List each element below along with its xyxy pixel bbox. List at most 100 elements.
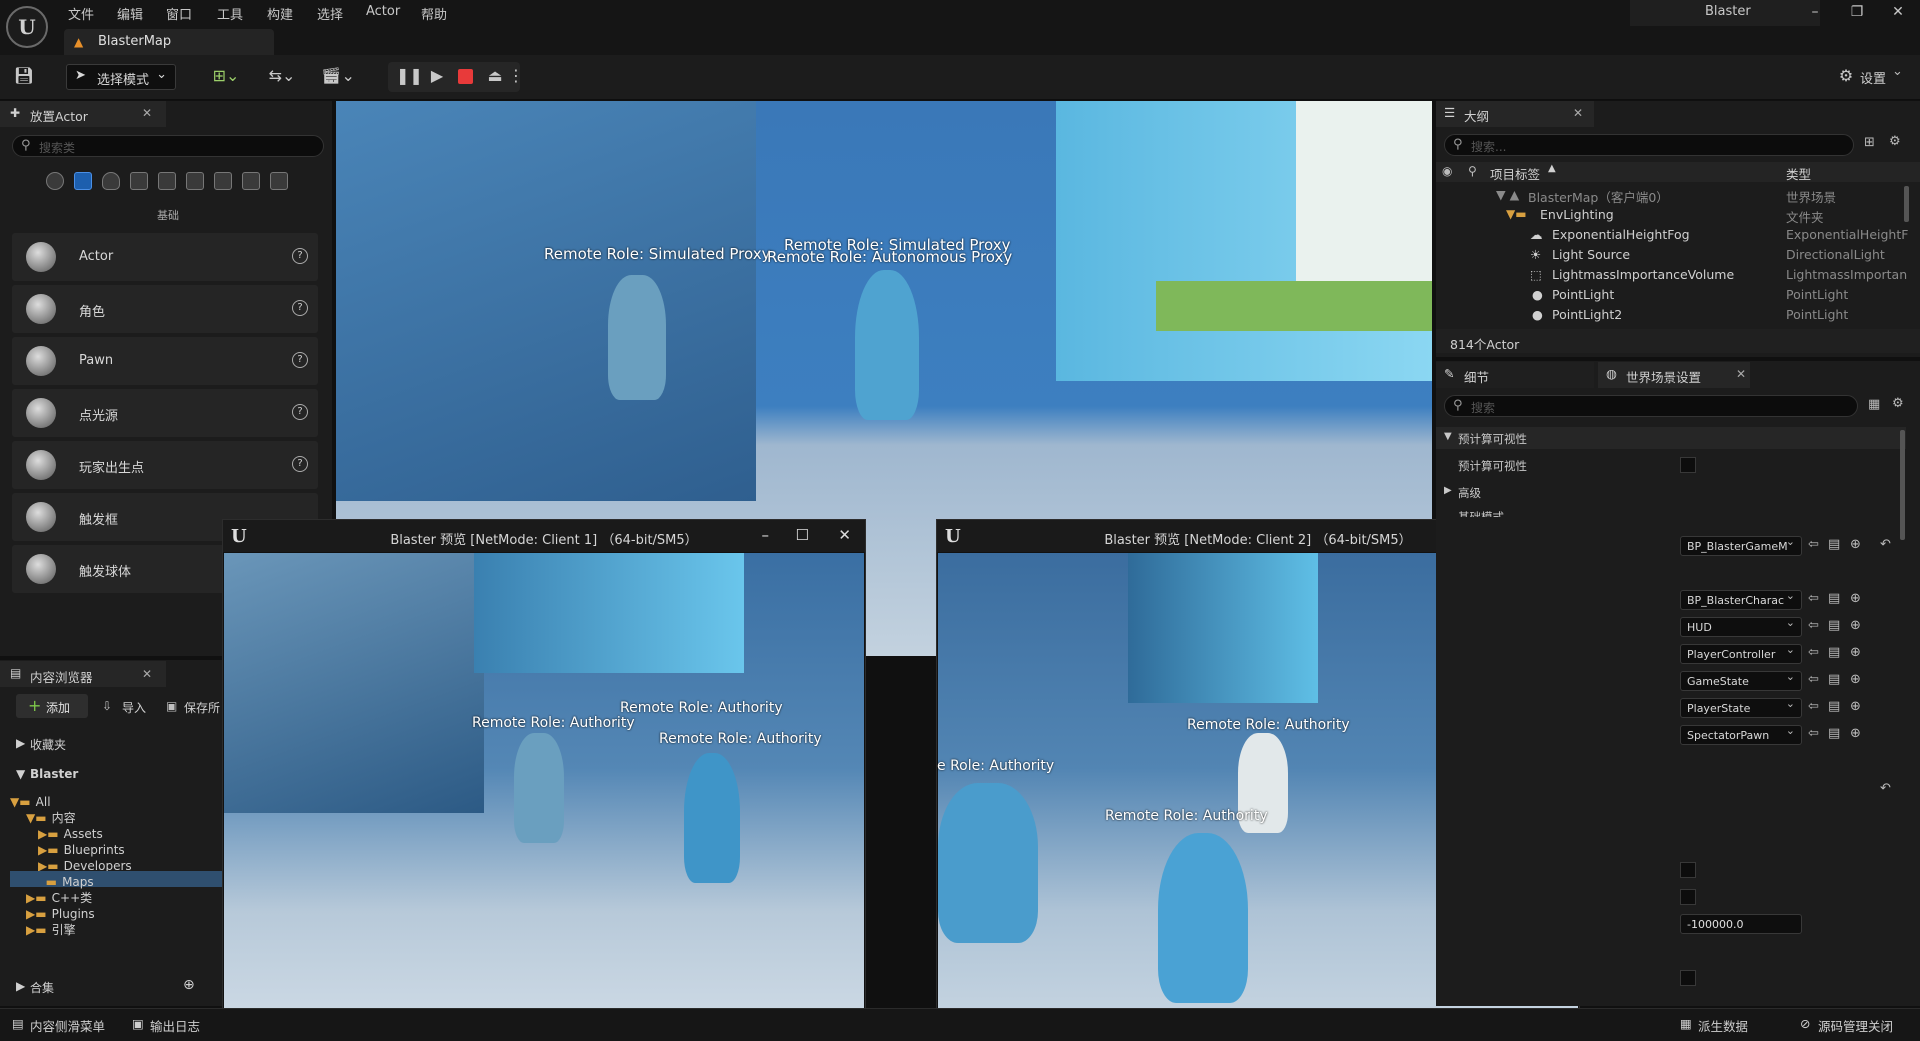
menu-actor[interactable]: Actor [366, 4, 400, 19]
menu-build[interactable]: 构建 [267, 4, 293, 23]
controller-class-dropdown[interactable]: PlayerController [1680, 643, 1802, 664]
tree-item-cpp[interactable]: ▶▬ C++类 [26, 887, 226, 905]
menu-help[interactable]: 帮助 [421, 4, 447, 23]
tree-item-developers[interactable]: ▶▬ Developers [38, 855, 228, 873]
add-icon[interactable]: ⊕ [1850, 672, 1861, 687]
client1-window[interactable]: U Blaster 预览 [NetMode: Client 1] （64-bit/… [222, 519, 866, 1033]
help-icon[interactable]: ? [292, 404, 308, 420]
reset-icon[interactable]: ↶ [1880, 781, 1891, 796]
restore-icon[interactable]: ❐ [1842, 4, 1872, 24]
details-settings-icon[interactable]: ⚙ [1892, 396, 1904, 411]
spectator-dropdown[interactable]: SpectatorPawn [1680, 724, 1802, 745]
folder-icon[interactable]: ▤ [1828, 672, 1840, 687]
menu-edit[interactable]: 编辑 [117, 4, 143, 23]
minimize-icon[interactable]: – [1800, 4, 1830, 24]
details-tab[interactable] [1436, 362, 1594, 388]
outliner-tab[interactable] [1436, 101, 1594, 127]
help-icon[interactable]: ? [292, 352, 308, 368]
menu-select[interactable]: 选择 [317, 4, 343, 23]
tree-item-all[interactable]: ▼▬ All [10, 791, 220, 809]
help-icon[interactable]: ? [292, 456, 308, 472]
outliner-row[interactable]: ⬚ LightmassImportanceVolume LightmassImpor… [1436, 265, 1907, 285]
project-section[interactable]: Blaster [30, 767, 78, 781]
details-search[interactable]: ⚲ 搜索 [1444, 395, 1858, 417]
close-tab-icon[interactable]: ✕ [142, 667, 152, 681]
outliner-row[interactable]: ▼▬ EnvLighting 文件夹 [1436, 205, 1906, 225]
favorites-expander-icon[interactable]: ▶ [16, 736, 25, 750]
folder-icon[interactable]: ▤ [1828, 618, 1840, 633]
folder-icon[interactable]: ▤ [1828, 645, 1840, 660]
outliner-search[interactable]: ⚲ 搜索... [1444, 134, 1854, 156]
outliner-row[interactable]: ☀ Light Source DirectionalLight [1436, 245, 1906, 265]
output-log-button[interactable]: 输出日志 [150, 1016, 200, 1035]
actor-item-character[interactable]: 角色? [12, 285, 318, 333]
add-icon[interactable]: ⊕ [1850, 618, 1861, 633]
type-column-header[interactable]: 类型 [1786, 164, 1811, 183]
help-icon[interactable]: ? [292, 248, 308, 264]
tree-item-plugins[interactable]: ▶▬ Plugins [26, 903, 226, 921]
browse-arrow-icon[interactable]: ⇦ [1808, 618, 1819, 633]
add-icon[interactable]: ⊕ [1850, 645, 1861, 660]
pin-icon[interactable]: ⚲ [1468, 164, 1477, 178]
actor-item-actor[interactable]: Actor? [12, 233, 318, 281]
outliner-scrollbar[interactable] [1904, 186, 1909, 222]
collections-section[interactable]: 合集 [30, 979, 54, 996]
actor-item-point-light[interactable]: 点光源? [12, 389, 318, 437]
source-control-button[interactable]: 源码管理关闭 [1818, 1016, 1893, 1035]
kill-z-input[interactable]: -100000.0 [1680, 914, 1802, 934]
minimize-icon[interactable]: – [762, 526, 770, 544]
favorites-section[interactable]: 收藏夹 [30, 736, 66, 753]
help-icon[interactable]: ? [292, 300, 308, 316]
eject-icon[interactable]: ⏏︎ [483, 66, 507, 90]
browse-arrow-icon[interactable]: ⇦ [1808, 672, 1819, 687]
tree-item-blueprints[interactable]: ▶▬ Blueprints [38, 839, 228, 857]
unreal-logo-icon[interactable]: U [6, 6, 48, 48]
tree-item-content[interactable]: ▼▬ 内容 [26, 807, 226, 825]
close-window-icon[interactable]: ✕ [838, 526, 851, 544]
map-tab[interactable]: ▲ BlasterMap [64, 29, 274, 55]
table-view-icon[interactable]: ▦ [1868, 397, 1880, 412]
save-all-button[interactable]: 保存所 [184, 699, 220, 716]
tree-item-maps[interactable]: ▬ Maps [38, 871, 228, 889]
close-tab-icon[interactable]: ✕ [142, 106, 152, 120]
tree-item-engine[interactable]: ▶▬ 引擎 [26, 919, 226, 937]
label-column-header[interactable]: 项目标签 [1490, 164, 1540, 183]
property-checkbox[interactable] [1680, 970, 1696, 986]
shapes-icon[interactable] [130, 172, 148, 190]
outliner-row[interactable]: ● PointLight PointLight [1436, 285, 1906, 305]
volumes-icon[interactable] [242, 172, 260, 190]
more-options-icon[interactable]: ⋮ [508, 66, 524, 90]
hud-class-dropdown[interactable]: HUD [1680, 616, 1802, 637]
client1-titlebar[interactable]: U Blaster 预览 [NetMode: Client 1] （64-bit/… [223, 520, 865, 552]
outliner-row[interactable]: ● PointLight2 PointLight [1436, 305, 1906, 325]
place-actors-search[interactable]: ⚲ 搜索类 [12, 135, 324, 157]
precompute-visibility-checkbox[interactable] [1680, 457, 1696, 473]
add-icon[interactable]: ⊕ [1850, 726, 1861, 741]
advanced-section[interactable]: 高级 [1458, 485, 1481, 501]
pawn-class-dropdown[interactable]: BP_BlasterCharac [1680, 589, 1802, 610]
stop-icon[interactable] [458, 69, 473, 84]
close-window-icon[interactable]: ✕ [1883, 4, 1913, 24]
reset-icon[interactable]: ↶ [1880, 537, 1891, 552]
browse-arrow-icon[interactable]: ⇦ [1808, 726, 1819, 741]
browse-arrow-icon[interactable]: ⇦ [1808, 645, 1819, 660]
add-collection-icon[interactable]: ⊕ [183, 977, 195, 993]
add-content-icon[interactable]: ⊞⌄ [208, 66, 244, 90]
folder-icon[interactable]: ▤ [1828, 726, 1840, 741]
close-tab-icon[interactable]: ✕ [1573, 106, 1583, 120]
game-state-dropdown[interactable]: GameState [1680, 670, 1802, 691]
client1-viewport[interactable] [224, 553, 864, 1031]
player-state-dropdown[interactable]: PlayerState [1680, 697, 1802, 718]
lights-icon[interactable] [102, 172, 120, 190]
select-mode-dropdown[interactable]: ➤ 选择模式 ⌄ [66, 64, 176, 90]
tree-item-assets[interactable]: ▶▬ Assets [38, 823, 228, 841]
content-drawer-button[interactable]: 内容侧滑菜单 [30, 1016, 105, 1035]
game-mode-dropdown[interactable]: BP_BlasterGameM [1680, 535, 1802, 556]
derived-data-button[interactable]: 派生数据 [1698, 1016, 1748, 1035]
expander-icon[interactable]: ▶ [1444, 485, 1452, 496]
recent-icon[interactable] [46, 172, 64, 190]
collections-expander-icon[interactable]: ▶ [16, 979, 25, 993]
add-icon[interactable]: ⊕ [1850, 699, 1861, 714]
actor-item-pawn[interactable]: Pawn? [12, 337, 318, 385]
browse-arrow-icon[interactable]: ⇦ [1808, 699, 1819, 714]
